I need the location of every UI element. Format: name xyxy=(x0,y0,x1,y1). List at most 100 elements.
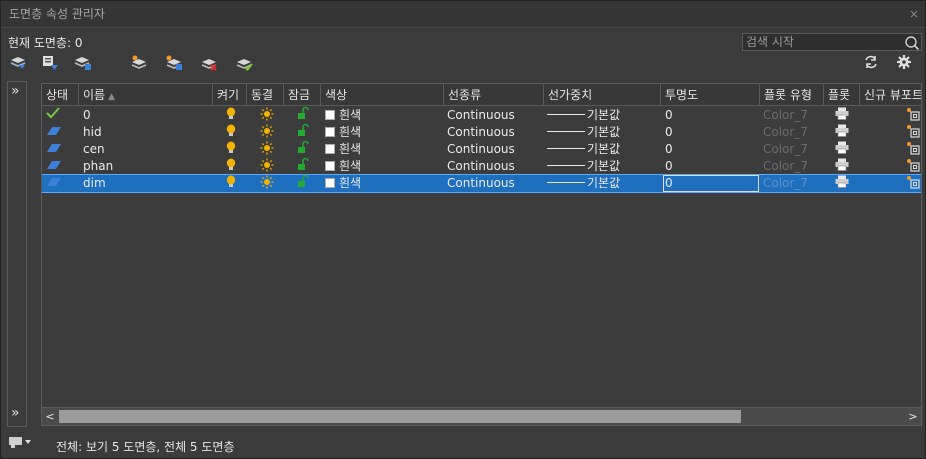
search-placeholder: 검색 시작 xyxy=(746,35,794,49)
thaw-sun-icon[interactable] xyxy=(260,175,274,192)
layer-row[interactable]: 0 흰색 Continuous 기본값 0 Color_7 xyxy=(42,106,921,124)
search-icon[interactable] xyxy=(904,35,920,51)
new-vp-freeze-icon[interactable] xyxy=(906,107,920,124)
layer-icon[interactable] xyxy=(46,175,62,192)
search-input[interactable]: 검색 시작 xyxy=(742,33,922,51)
layer-row[interactable]: phan 흰색 Continuous 기본값 0 Color_7 xyxy=(42,157,921,175)
layer-row[interactable]: dim 흰색 Continuous 기본값 0 Color_7 xyxy=(42,174,921,193)
lineweight-cell[interactable]: 기본값 xyxy=(547,158,620,175)
unlock-icon[interactable] xyxy=(297,140,309,158)
layer-name[interactable]: dim xyxy=(83,175,106,192)
col-transparency[interactable]: 투명도 xyxy=(661,84,760,106)
close-icon[interactable]: × xyxy=(909,1,919,28)
sort-ascending-icon: ▲ xyxy=(108,92,116,102)
col-name-label: 이름 xyxy=(83,88,106,102)
layer-row[interactable]: hid 흰색 Continuous 기본값 0 Color_7 xyxy=(42,123,921,141)
column-header-row: 상태 이름 ▲ 켜기 동결 잠금 색상 선종류 선가중치 투명도 플롯 유형 플롯… xyxy=(42,84,921,106)
unlock-icon[interactable] xyxy=(297,106,309,124)
transparency-cell[interactable]: 0 xyxy=(665,141,673,158)
col-color[interactable]: 색상 xyxy=(321,84,444,106)
new-vp-freeze-icon[interactable] xyxy=(906,158,920,175)
linetype-cell[interactable]: Continuous xyxy=(447,175,515,192)
color-cell[interactable]: 흰색 xyxy=(325,107,361,124)
transparency-edit-field[interactable] xyxy=(663,175,759,192)
plot-printer-icon[interactable] xyxy=(835,124,849,141)
new-vp-freeze-icon[interactable] xyxy=(906,124,920,141)
on-bulb-icon[interactable] xyxy=(226,141,236,158)
unlock-icon[interactable] xyxy=(297,174,309,192)
layer-icon[interactable] xyxy=(46,141,62,158)
settings-icon[interactable] xyxy=(896,54,912,70)
plot-printer-icon[interactable] xyxy=(835,175,849,192)
on-bulb-icon[interactable] xyxy=(226,158,236,175)
thaw-sun-icon[interactable] xyxy=(260,158,274,175)
thaw-sun-icon[interactable] xyxy=(260,107,274,124)
transparency-cell[interactable]: 0 xyxy=(665,107,673,124)
thaw-sun-icon[interactable] xyxy=(260,141,274,158)
refresh-icon[interactable] xyxy=(863,54,879,70)
unlock-icon[interactable] xyxy=(297,123,309,141)
new-layer-icon[interactable] xyxy=(129,54,149,72)
linetype-cell[interactable]: Continuous xyxy=(447,141,515,158)
linetype-cell[interactable]: Continuous xyxy=(447,124,515,141)
set-current-icon[interactable] xyxy=(234,54,254,72)
color-cell[interactable]: 흰색 xyxy=(325,158,361,175)
delete-layer-icon[interactable] xyxy=(199,54,219,72)
col-linetype[interactable]: 선종류 xyxy=(444,84,544,106)
color-cell[interactable]: 흰색 xyxy=(325,141,361,158)
layer-name[interactable]: cen xyxy=(83,141,105,158)
linetype-cell[interactable]: Continuous xyxy=(447,107,515,124)
linetype-cell[interactable]: Continuous xyxy=(447,158,515,175)
col-plot-style[interactable]: 플롯 유형 xyxy=(760,84,824,106)
layer-name[interactable]: hid xyxy=(83,124,102,141)
new-layer-vp-frozen-icon[interactable] xyxy=(164,54,184,72)
col-status[interactable]: 상태 xyxy=(42,84,79,106)
col-on[interactable]: 켜기 xyxy=(213,84,247,106)
layer-icon[interactable] xyxy=(46,158,62,175)
col-new-vp-freeze[interactable]: 신규 뷰포트 xyxy=(860,84,921,106)
new-property-filter-icon[interactable] xyxy=(9,54,29,72)
scroll-right-button[interactable]: > xyxy=(905,408,921,425)
unlock-icon[interactable] xyxy=(297,157,309,175)
layer-icon[interactable] xyxy=(46,124,62,141)
col-name[interactable]: 이름 ▲ xyxy=(79,84,213,106)
col-lock[interactable]: 잠금 xyxy=(284,84,321,106)
lineweight-sample xyxy=(547,131,585,132)
expand-filter-tree-icon[interactable]: » xyxy=(11,84,20,98)
plot-printer-icon[interactable] xyxy=(835,107,849,124)
color-cell[interactable]: 흰색 xyxy=(325,124,361,141)
lineweight-cell[interactable]: 기본값 xyxy=(547,141,620,158)
new-group-filter-icon[interactable] xyxy=(41,54,61,72)
expand-filter-tree-bottom-icon[interactable]: » xyxy=(11,406,20,420)
transparency-cell[interactable]: 0 xyxy=(665,175,673,192)
new-vp-freeze-icon[interactable] xyxy=(906,141,920,158)
lineweight-cell[interactable]: 기본값 xyxy=(547,175,620,192)
lineweight-cell[interactable]: 기본값 xyxy=(547,124,620,141)
col-freeze[interactable]: 동결 xyxy=(247,84,284,106)
layer-states-manager-icon[interactable] xyxy=(73,54,93,72)
transparency-cell[interactable]: 0 xyxy=(665,158,673,175)
color-cell[interactable]: 흰색 xyxy=(325,175,361,192)
lineweight-value: 기본값 xyxy=(587,125,621,139)
scroll-left-button[interactable]: < xyxy=(42,408,58,425)
on-bulb-icon[interactable] xyxy=(226,175,236,192)
horizontal-scrollbar[interactable]: < > xyxy=(42,407,921,425)
plot-printer-icon[interactable] xyxy=(835,158,849,175)
layer-name[interactable]: 0 xyxy=(83,107,91,124)
lineweight-cell[interactable]: 기본값 xyxy=(547,107,620,124)
col-plot[interactable]: 플롯 xyxy=(824,84,860,106)
plot-printer-icon[interactable] xyxy=(835,141,849,158)
filter-pane-collapsed: » » xyxy=(7,81,27,427)
on-bulb-icon[interactable] xyxy=(226,107,236,124)
new-vp-freeze-icon[interactable] xyxy=(906,175,920,192)
col-lineweight[interactable]: 선가중치 xyxy=(544,84,661,106)
current-layer-check-icon[interactable] xyxy=(46,107,60,124)
transparency-cell[interactable]: 0 xyxy=(665,124,673,141)
lineweight-value: 기본값 xyxy=(587,176,621,190)
on-bulb-icon[interactable] xyxy=(226,124,236,141)
layer-row[interactable]: cen 흰색 Continuous 기본값 0 Color_7 xyxy=(42,140,921,158)
layer-name[interactable]: phan xyxy=(83,158,113,175)
settings-dropdown-icon[interactable] xyxy=(8,435,34,452)
scroll-thumb[interactable] xyxy=(59,410,741,423)
thaw-sun-icon[interactable] xyxy=(260,124,274,141)
